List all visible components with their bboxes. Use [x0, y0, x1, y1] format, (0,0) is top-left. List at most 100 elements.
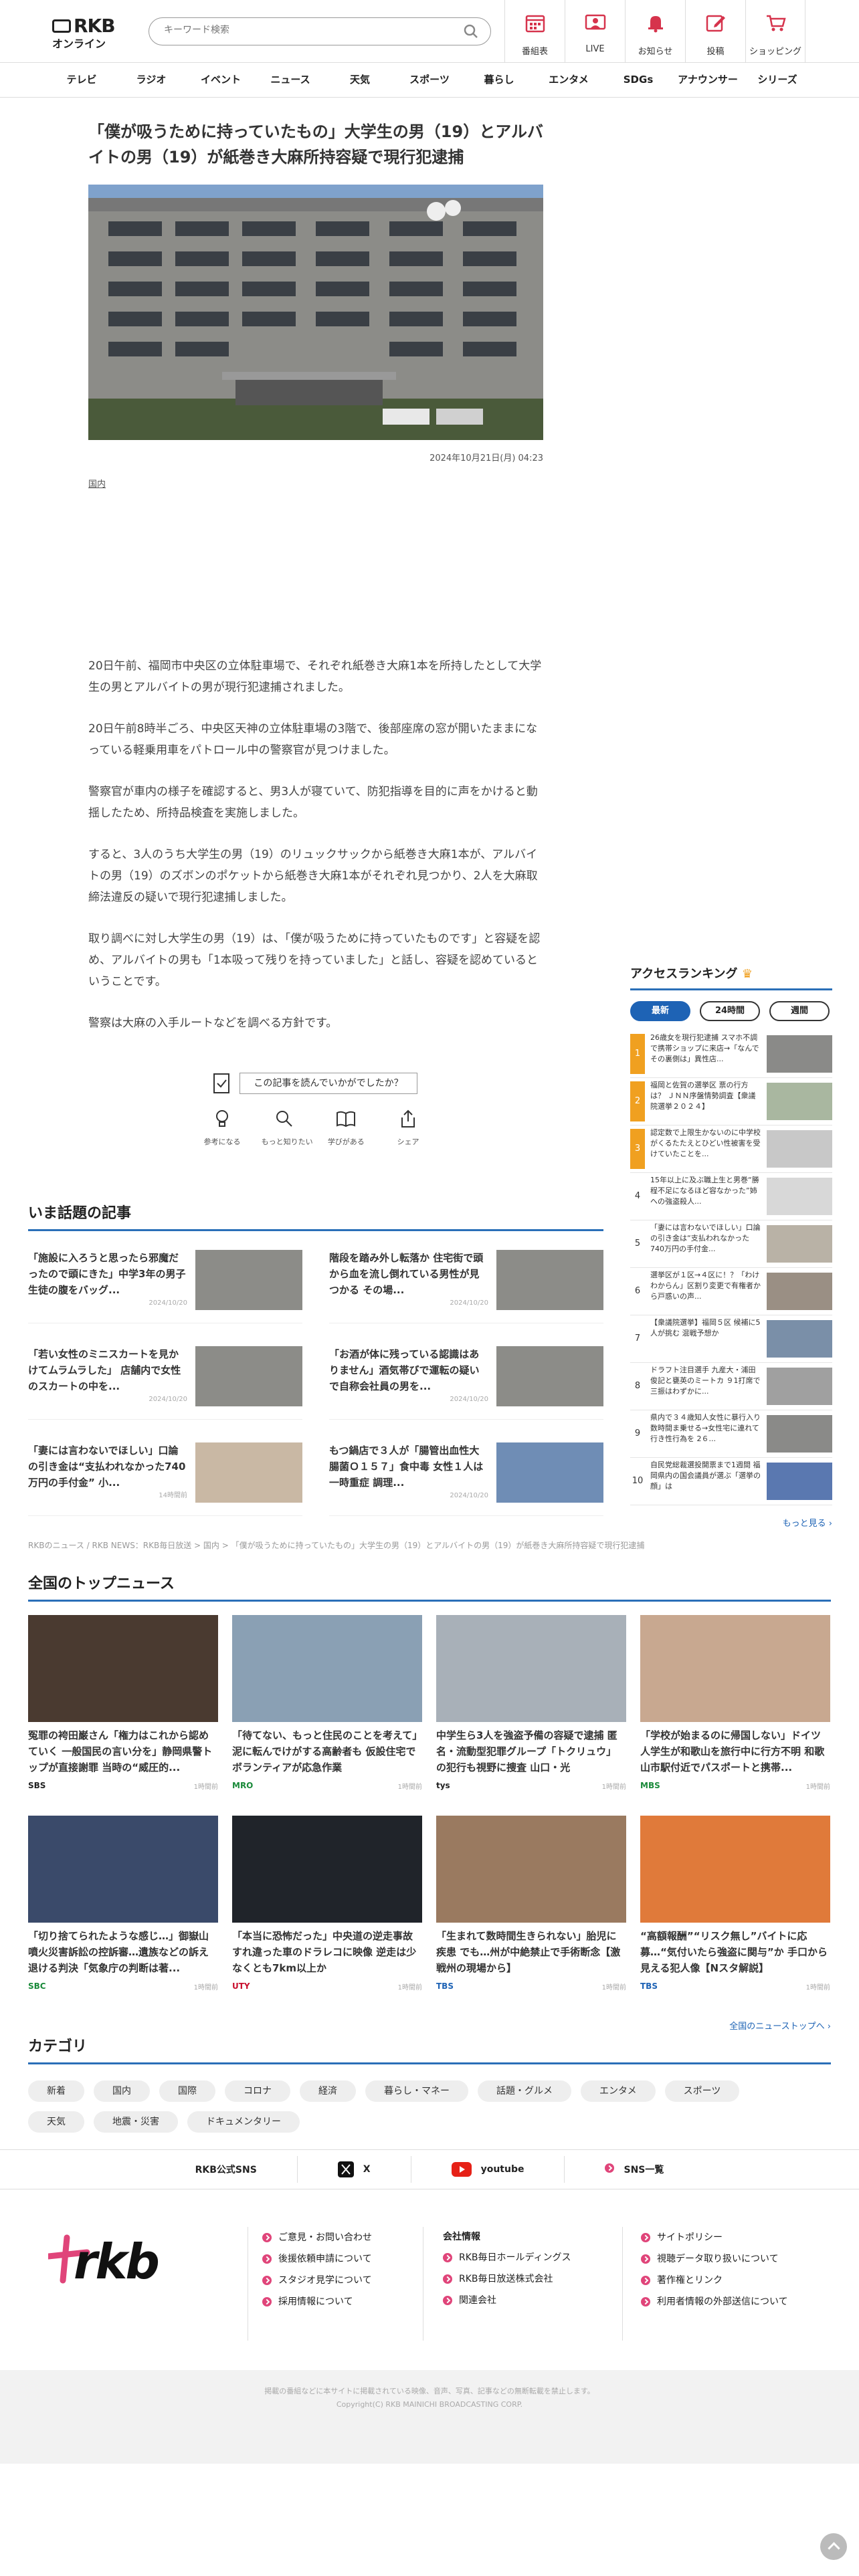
sns-label: RKB公式SNS — [195, 2165, 257, 2175]
footer-link[interactable]: RKB毎日ホールディングス — [443, 2247, 571, 2268]
category-chip[interactable]: 暮らし・マネー — [365, 2080, 468, 2102]
national-news-card[interactable]: 「切り捨てられたような感じ…」御嶽山噴火災害訴訟の控訴審…遺族などの訴え退ける判… — [28, 1816, 218, 2016]
national-more-link[interactable]: 全国のニューストップへ › — [28, 2019, 831, 2032]
breadcrumb[interactable]: RKBのニュース / RKB NEWS：RKB毎日放送 > 国内 > 「僕が吸う… — [28, 1539, 644, 1551]
footer-link[interactable]: RKB毎日放送株式会社 — [443, 2268, 571, 2290]
footer-link[interactable]: 採用情報について — [262, 2291, 372, 2313]
tab-weekly[interactable]: 週間 — [769, 1001, 830, 1021]
national-news-card[interactable]: 「生まれて数時間生きられない」胎児に疾患 でも…州が中絶禁止で手術断念【激戦州の… — [436, 1816, 626, 2016]
trending-item[interactable]: 「若い女性のミニスカートを見かけてムラムラした」 店舗内で女性のスカートの中を.… — [28, 1346, 302, 1420]
trending-item[interactable]: 「妻には言わないでほしい」口論の引き金は“支払われなかった740万円の手付金” … — [28, 1442, 302, 1516]
footer-link[interactable]: 関連会社 — [443, 2290, 571, 2311]
gnav-announcer[interactable]: アナウンサー — [673, 63, 743, 97]
trending-item[interactable]: 階段を踏み外し転落か 住宅街で頭から血を流し倒れている男性が見つかる その場..… — [329, 1250, 603, 1323]
arrow-circle-icon — [262, 2276, 272, 2285]
trending-item[interactable]: 「お酒が体に残っている認識はありません」酒気帯びで運転の疑いで自称会社員の男を.… — [329, 1346, 603, 1420]
ranking-title-text: アクセスランキング — [630, 967, 738, 981]
category-chip[interactable]: 国際 — [159, 2080, 215, 2102]
share-button[interactable]: シェア — [385, 1109, 431, 1147]
footer-link[interactable]: 著作権とリンク — [641, 2270, 788, 2291]
cart-icon — [767, 15, 786, 31]
nav-post[interactable]: 投稿 — [685, 0, 745, 63]
live-icon — [585, 14, 606, 30]
article-category-link[interactable]: 国内 — [88, 477, 543, 490]
national-news-card[interactable]: 「本当に恐怖だった」中央道の逆走事故 すれ違った車のドラレコに映像 逆走は少なく… — [232, 1816, 422, 2016]
gnav-news[interactable]: ニュース — [256, 63, 325, 97]
ranking-more-link[interactable]: もっと見る › — [630, 1516, 832, 1529]
gnav-life[interactable]: 暮らし — [464, 63, 534, 97]
ranking-thumbnail — [767, 1083, 832, 1120]
gnav-sdgs[interactable]: SDGs — [603, 63, 673, 97]
footer-link[interactable]: 視聴データ取り扱いについて — [641, 2248, 788, 2270]
ranking-item[interactable]: 9 県内で３４歳知人女性に暴行入り数時間ま乗せる→女性宅に連れて行き性行為を 2６… — [630, 1410, 832, 1458]
rkb-footer-logo[interactable]: rkb — [45, 2232, 169, 2292]
footer-link-label: 視聴データ取り扱いについて — [657, 2254, 779, 2264]
national-news-card[interactable]: 「学校が始まるのに帰国しない」ドイツ人学生が和歌山を旅行中に行方不明 和歌山市駅… — [640, 1615, 830, 1816]
national-news-card[interactable]: 中学生ら3人を強盗予備の容疑で逮捕 匿名・流動型犯罪グループ「トクリュウ」の犯行… — [436, 1615, 626, 1816]
footer-link[interactable]: ご意見・お問い合わせ — [262, 2227, 372, 2248]
category-chip[interactable]: スポーツ — [664, 2080, 740, 2102]
category-chip[interactable]: 経済 — [300, 2080, 356, 2102]
tab-24h[interactable]: 24時間 — [700, 1001, 760, 1021]
ranking-item[interactable]: 1 26歳女を現行犯逮捕 スマホ不調で携帯ショップに来店→「なんでその裏側は」異性… — [630, 1031, 832, 1078]
categories-title: カテゴリ — [28, 2034, 831, 2064]
trending-thumbnail — [195, 1442, 302, 1503]
gnav-series[interactable]: シリーズ — [743, 63, 812, 97]
news-thumbnail — [232, 1816, 422, 1923]
footer-link[interactable]: 後援依頼申請について — [262, 2248, 372, 2270]
footer-link[interactable]: サイトポリシー — [641, 2227, 788, 2248]
search-box[interactable] — [149, 17, 491, 45]
tab-latest[interactable]: 最新 — [630, 1001, 690, 1021]
feedback-know-more-button[interactable]: もっと知りたい — [262, 1109, 313, 1147]
news-time: 1時間前 — [397, 1784, 422, 1791]
news-time: 1時間前 — [805, 1784, 830, 1791]
ranking-item[interactable]: 6 選挙区が１区→４区に！？「わけわからん」区割り変更で有権者から戸惑いの声... — [630, 1268, 832, 1315]
category-chip[interactable]: ドキュメンタリー — [187, 2111, 300, 2133]
gnav-sports[interactable]: スポーツ — [395, 63, 464, 97]
search-input[interactable] — [164, 25, 445, 35]
back-to-top-button[interactable] — [820, 2533, 847, 2560]
category-chip[interactable]: 国内 — [94, 2080, 150, 2102]
ranking-item[interactable]: 2 福岡と佐賀の選挙区 票の行方は？ ＪＮＮ序盤情勢調査【衆議院選挙２０２４】 — [630, 1078, 832, 1125]
ranking-text: 選挙区が１区→４区に！？「わけわからん」区割り変更で有権者から戸惑いの声... — [650, 1271, 761, 1301]
category-chip[interactable]: 話題・グルメ — [478, 2080, 571, 2102]
ranking-item[interactable]: 4 15年以上に及ぶ職上生と男巻“勝程不足になるほど容なかった”姉への強盗殺人..… — [630, 1173, 832, 1220]
ranking-item[interactable]: 7 【衆議院選挙】福岡５区 候補に5人が挑む 混戦予想か — [630, 1315, 832, 1363]
ranking-item[interactable]: 8 ドラフト注目選手 九産大・浦田 俊記と甕英のミートカ ９1打席で三振はわずかに… — [630, 1363, 832, 1410]
national-news-card[interactable]: 冤罪の袴田巌さん「権力はこれから認めていく 一般国民の言い分を」静岡県警トップが… — [28, 1615, 218, 1816]
ranking-item[interactable]: 10 自民党総裁選投開票まで1週間 福岡県内の国会議員が選ぶ「選挙の顔」は — [630, 1458, 832, 1505]
gnav-tv[interactable]: テレビ — [47, 63, 116, 97]
sns-x-link[interactable]: X — [296, 2156, 411, 2183]
footer-column-1: ご意見・お問い合わせ 後援依頼申請について スタジオ見学について 採用情報につい… — [262, 2227, 372, 2313]
trending-item[interactable]: 「施設に入ろうと思ったら邪魔だったので頭にきた」中学3年の男子生徒の腹をバッグ.… — [28, 1250, 302, 1323]
category-chip[interactable]: コロナ — [225, 2080, 290, 2102]
feedback-learning-button[interactable]: 学びがある — [323, 1109, 369, 1147]
feedback-helpful-button[interactable]: 参考になる — [199, 1109, 245, 1147]
gnav-radio[interactable]: ラジオ — [116, 63, 186, 97]
trending-item[interactable]: もつ鍋店で３人が「腸管出血性大腸菌Ｏ１５７」食中毒 女性１人は一時重症 調理..… — [329, 1442, 603, 1516]
category-chip[interactable]: 天気 — [28, 2111, 84, 2133]
gnav-entertainment[interactable]: エンタメ — [534, 63, 603, 97]
magnifier-icon — [276, 1111, 292, 1127]
sns-youtube-link[interactable]: youtube — [410, 2156, 565, 2183]
footer-link[interactable]: スタジオ見学について — [262, 2270, 372, 2291]
nav-program-guide[interactable]: 番組表 — [504, 0, 565, 63]
article-photo — [88, 185, 543, 440]
nav-notifications[interactable]: お知らせ — [625, 0, 685, 63]
nav-shopping[interactable]: ショッピング — [745, 0, 805, 63]
category-chip[interactable]: 新着 — [28, 2080, 84, 2102]
category-chip[interactable]: エンタメ — [581, 2080, 656, 2102]
trending-articles: いま話題の記事 「施設に入ろうと思ったら邪魔だったので頭にきた」中学3年の男子生… — [28, 1201, 603, 1539]
footer-link[interactable]: 利用者情報の外部送信について — [641, 2291, 788, 2313]
ranking-item[interactable]: 5 「妻には言わないでほしい」口論の引き金は“支払われなかった740万円の手付金.… — [630, 1220, 832, 1268]
category-chip[interactable]: 地震・災害 — [94, 2111, 178, 2133]
search-icon[interactable] — [464, 24, 478, 39]
national-news-card[interactable]: 「待てない、もっと住民のことを考えて」泥に転んでけがする高齢者も 仮設住宅でボラ… — [232, 1615, 422, 1816]
gnav-weather[interactable]: 天気 — [325, 63, 395, 97]
rkb-online-logo[interactable]: RKB オンライン — [52, 15, 116, 50]
gnav-event[interactable]: イベント — [186, 63, 256, 97]
ranking-item[interactable]: 3 認定数で上限生かないのに中学校がくるたたえとひどい性被害を受けていたことを..… — [630, 1125, 832, 1173]
nav-live[interactable]: LIVE — [565, 0, 625, 63]
sns-list-link[interactable]: SNS一覧 — [564, 2156, 704, 2183]
national-news-card[interactable]: “高額報酬”“リスク無し”バイトに応募…“気付いたら強盗に関与”か 手口から見え… — [640, 1816, 830, 2016]
